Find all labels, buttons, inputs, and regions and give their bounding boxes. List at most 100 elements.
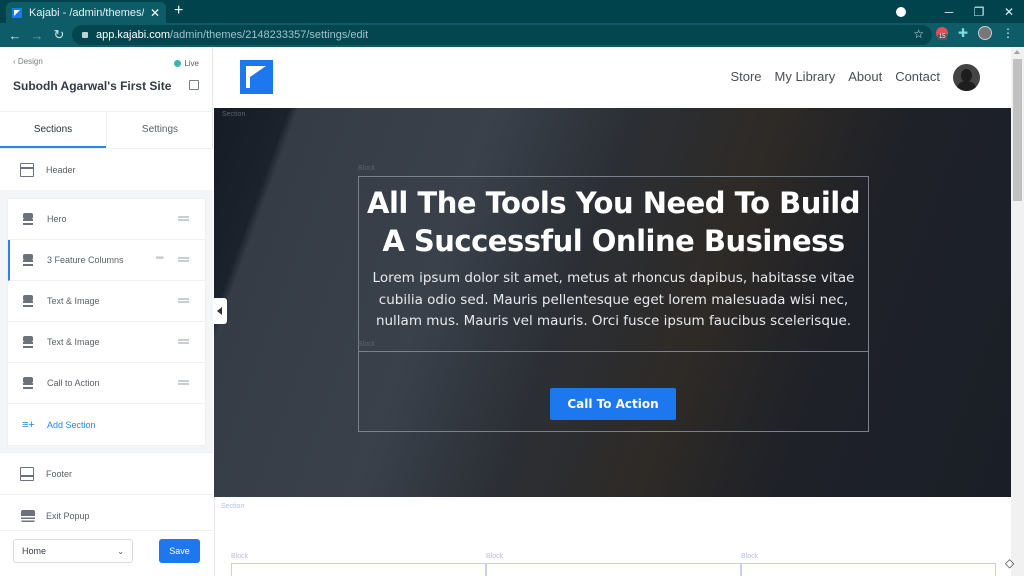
browser-menu-icon[interactable]: ⋮	[1002, 26, 1014, 40]
lock-icon	[82, 32, 88, 38]
kajabi-favicon-icon	[12, 7, 22, 18]
bookmark-star-icon[interactable]: ☆	[913, 27, 924, 41]
tab-sections[interactable]: Sections	[0, 112, 106, 148]
browser-toolbar: ← → ↻ app.kajabi.com/admin/themes/214823…	[0, 23, 1024, 47]
footer-item-label: Footer	[46, 468, 73, 479]
block-label: Block	[358, 165, 376, 172]
add-section-label: Add Section	[47, 419, 96, 430]
section-label: Section	[221, 503, 245, 510]
kajabi-logo[interactable]	[240, 60, 273, 94]
page-select[interactable]: Home ⌄	[13, 539, 133, 563]
user-avatar[interactable]	[953, 64, 980, 91]
close-window-button[interactable]: ✕	[994, 5, 1024, 19]
browser-tab[interactable]: Kajabi - /admin/themes/2148233 ✕	[6, 2, 166, 23]
drag-handle-icon[interactable]	[178, 339, 189, 344]
browser-tabbar: Kajabi - /admin/themes/2148233 ✕ + ─ ❐ ✕	[0, 0, 1024, 23]
section-item-3-feature-columns[interactable]: 3 Feature Columns •••	[8, 240, 205, 281]
drag-handle-icon[interactable]	[178, 257, 189, 262]
extensions-puzzle-icon[interactable]: ✚	[958, 26, 968, 40]
page-select-value: Home	[22, 546, 47, 556]
nav-store[interactable]: Store	[730, 69, 761, 84]
hero-section[interactable]: Section Block All The Tools You Need To …	[214, 108, 1011, 497]
hero-title: All The Tools You Need To Build A Succes…	[367, 186, 861, 258]
url-host: app.kajabi.com	[96, 29, 170, 41]
url-path: /admin/themes/2148233357/settings/edit	[170, 29, 369, 41]
profile-avatar[interactable]	[978, 26, 992, 40]
window-controls: ─ ❐ ✕	[896, 0, 1024, 23]
tab-settings[interactable]: Settings	[106, 112, 213, 148]
section-label: Section	[222, 111, 246, 118]
editor-sidebar: ‹ Design Live Subodh Agarwal's First Sit…	[0, 47, 213, 576]
status-label: Live	[184, 59, 199, 68]
feature-columns-section[interactable]: Section Block Block Block	[214, 497, 1011, 576]
drag-handle-icon[interactable]	[178, 216, 189, 221]
maximize-button[interactable]: ❐	[964, 5, 994, 19]
block-label: Block	[486, 553, 504, 560]
sidebar-item-header[interactable]: Header	[0, 149, 213, 191]
nav-contact[interactable]: Contact	[895, 69, 940, 84]
save-button[interactable]: Save	[159, 539, 200, 563]
extension-badge-count: 15	[937, 34, 947, 40]
section-item-text-image-2[interactable]: Text & Image	[8, 322, 205, 363]
back-label: Design	[17, 57, 43, 66]
sidebar-footer-bar: Home ⌄ Save	[0, 530, 213, 576]
section-item-text-image[interactable]: Text & Image	[8, 281, 205, 322]
sidebar-item-footer[interactable]: Footer	[0, 452, 213, 494]
block-label: Block	[358, 341, 376, 348]
back-to-design-link[interactable]: ‹ Design	[13, 57, 43, 66]
media-control-icon[interactable]	[896, 6, 906, 17]
reload-icon[interactable]: ↻	[48, 27, 70, 43]
scroll-thumb[interactable]	[1013, 59, 1022, 201]
layers-icon	[21, 509, 35, 522]
feature-block-1[interactable]	[231, 563, 486, 576]
address-bar[interactable]: app.kajabi.com/admin/themes/2148233357/s…	[72, 25, 932, 45]
add-list-icon: ≡+	[22, 418, 35, 431]
block-label: Block	[231, 553, 249, 560]
tab-title: Kajabi - /admin/themes/2148233	[29, 6, 144, 19]
forward-arrow-icon[interactable]: →	[26, 28, 48, 43]
layers-icon	[22, 377, 36, 389]
live-status: Live	[174, 59, 199, 68]
add-section-button[interactable]: ≡+ Add Section	[8, 404, 205, 445]
section-label: Hero	[47, 214, 67, 224]
drag-handle-icon[interactable]	[178, 298, 189, 303]
live-dot-icon	[174, 60, 182, 67]
layers-icon	[22, 295, 36, 307]
layers-icon	[22, 213, 36, 225]
call-to-action-button[interactable]: Call To Action	[550, 388, 676, 420]
collapse-sidebar-button[interactable]	[213, 298, 227, 324]
back-arrow-icon[interactable]: ←	[4, 28, 26, 43]
hero-text: Lorem ipsum dolor sit amet, metus at rho…	[372, 270, 855, 329]
feature-block-2[interactable]	[486, 563, 741, 576]
drag-handle-icon[interactable]	[178, 380, 189, 385]
section-item-call-to-action[interactable]: Call to Action	[8, 363, 205, 404]
external-link-icon[interactable]	[189, 80, 199, 90]
scroll-up-icon[interactable]	[1014, 50, 1020, 54]
nav-my-library[interactable]: My Library	[775, 69, 836, 84]
section-item-hero[interactable]: Hero	[8, 199, 205, 240]
nav-about[interactable]: About	[848, 69, 882, 84]
new-tab-button[interactable]: +	[174, 2, 183, 20]
chevron-down-icon: ⌄	[117, 546, 124, 556]
section-label: 3 Feature Columns	[47, 255, 124, 265]
extension-badge-icon[interactable]: 15	[935, 27, 948, 40]
preview-scrollbar[interactable]	[1011, 47, 1024, 576]
diamond-icon[interactable]: ◇	[1005, 556, 1014, 570]
more-options-icon[interactable]: •••	[155, 253, 163, 264]
extensions: 15 ✚ ⋮	[935, 26, 1014, 40]
footer-layout-icon	[20, 466, 34, 481]
site-preview: Store My Library About Contact Section B…	[214, 47, 1011, 576]
feature-block-3[interactable]	[741, 563, 996, 576]
section-list: Hero 3 Feature Columns ••• Text & Image …	[7, 198, 206, 446]
site-nav: Store My Library About Contact	[730, 69, 940, 84]
block-label: Block	[741, 553, 759, 560]
site-name: Subodh Agarwal's First Site	[13, 79, 172, 93]
header-item-label: Header	[46, 165, 76, 175]
close-tab-icon[interactable]: ✕	[150, 6, 160, 20]
exit-popup-label: Exit Popup	[46, 510, 90, 521]
section-label: Text & Image	[47, 296, 100, 306]
section-label: Text & Image	[47, 337, 100, 347]
layers-icon	[22, 254, 36, 266]
site-header: Store My Library About Contact	[214, 47, 1011, 108]
minimize-button[interactable]: ─	[934, 5, 964, 19]
